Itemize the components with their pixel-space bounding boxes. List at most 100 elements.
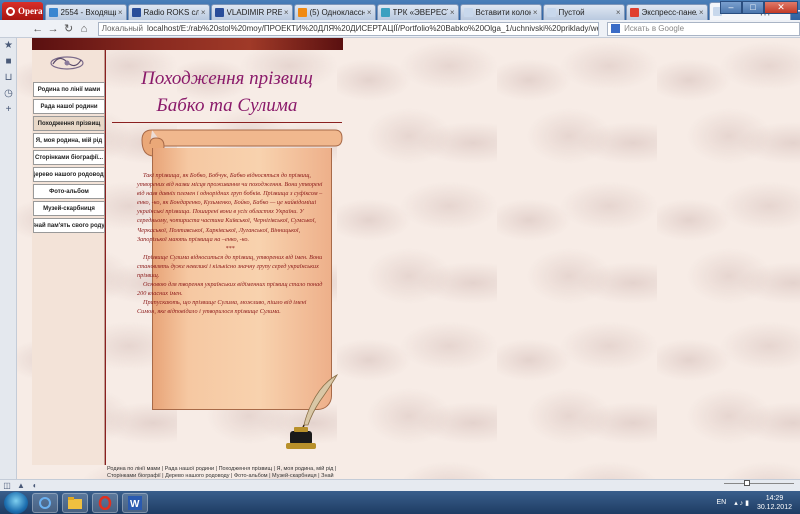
- vertical-divider: [105, 50, 106, 465]
- ornament-logo-icon: [50, 56, 84, 70]
- title-line-1: Походження прізвищ: [141, 68, 313, 89]
- close-tab-icon[interactable]: ×: [616, 8, 621, 17]
- tab-favicon-icon: [131, 8, 141, 17]
- browser-tab[interactable]: (5) Одноклассники×: [293, 4, 376, 20]
- menu-item[interactable]: Родина по лінії мами: [33, 82, 105, 97]
- paragraph-separator: ***: [225, 244, 235, 252]
- clock-time: 14:29: [765, 494, 784, 502]
- header-decor-strip: [32, 38, 343, 50]
- menu-item[interactable]: Дерево нашого родоводу: [33, 167, 105, 182]
- page-title: Походження прізвищ Бабко та Сулима: [127, 65, 327, 119]
- panel-toggle-icon[interactable]: ◫: [0, 481, 14, 490]
- browser-tab[interactable]: Экспресс-панель×: [625, 4, 708, 20]
- browser-tab[interactable]: VLADIMIR PRESNI...×: [210, 4, 293, 20]
- close-tab-icon[interactable]: ×: [533, 8, 538, 17]
- system-tray: EN ▴ ♪ ▮ 14:29 30.12.2012: [716, 491, 800, 514]
- add-panel-icon[interactable]: +: [0, 102, 17, 118]
- opera-side-panel: ★ ■ ⊔ ◷ +: [0, 38, 17, 479]
- close-tab-icon[interactable]: ×: [699, 8, 704, 17]
- opera-menu-button[interactable]: Opera: [2, 2, 43, 20]
- tab-label: VLADIMIR PRESNI...: [226, 8, 282, 17]
- notes-icon[interactable]: ■: [0, 54, 17, 70]
- tab-favicon-icon: [214, 8, 224, 17]
- windows-taskbar: W EN ▴ ♪ ▮ 14:29 30.12.2012: [0, 491, 800, 514]
- reload-icon[interactable]: ↻: [61, 22, 76, 35]
- home-icon[interactable]: ⌂: [76, 23, 91, 35]
- language-indicator[interactable]: EN: [716, 499, 726, 506]
- paragraph-3: Основою для творення українських відімен…: [137, 281, 323, 298]
- tab-favicon-icon: [629, 8, 639, 17]
- speed-dial-icon[interactable]: ▲: [14, 481, 28, 490]
- turbo-icon[interactable]: ◐: [28, 481, 42, 490]
- svg-text:W: W: [130, 499, 140, 510]
- browser-tab-bar: Opera 2554 - Входящие ...×Radio ROKS слу…: [0, 0, 800, 20]
- search-placeholder: Искать в Google: [624, 24, 685, 33]
- paragraph-1: Такі прізвища, як Бобко, Бобчук, Бабко в…: [137, 172, 323, 243]
- menu-item[interactable]: Я, моя родина, мій рід: [33, 133, 105, 148]
- site-menu: Родина по лінії мами Рада нашої родини Пох…: [33, 82, 105, 235]
- close-tab-icon[interactable]: ×: [367, 8, 372, 17]
- bookmarks-star-icon[interactable]: ★: [0, 38, 17, 54]
- menu-item[interactable]: Походження прізвищ: [33, 116, 105, 131]
- taskbar-explorer-icon[interactable]: [62, 492, 88, 513]
- footer-links[interactable]: Родина по лінії мами | Рада нашої родини…: [107, 466, 347, 479]
- address-bar: ← → ↻ ⌂ Локальный localhost/E:/rab%20sto…: [0, 20, 800, 38]
- tab-favicon-icon: [463, 8, 473, 17]
- tab-label: 2554 - Входящие ...: [60, 8, 116, 17]
- browser-tab[interactable]: 2554 - Входящие ...×: [44, 4, 127, 20]
- browser-tab[interactable]: Пустой ×: [542, 4, 625, 20]
- tab-favicon-icon: [380, 8, 390, 17]
- start-button[interactable]: [4, 491, 28, 514]
- browser-status-bar: ◫ ▲ ◐: [0, 479, 800, 491]
- tray-icons[interactable]: ▴ ♪ ▮: [734, 499, 749, 507]
- tab-label: ТРК «ЭВЕРЕСТ» - ...: [392, 8, 448, 17]
- taskbar-opera-icon[interactable]: [92, 492, 118, 513]
- scroll-text: Такі прізвища, як Бобко, Бобчук, Бабко в…: [137, 171, 323, 317]
- clock[interactable]: 14:29 30.12.2012: [757, 494, 792, 512]
- close-tab-icon[interactable]: ×: [450, 8, 455, 17]
- history-clock-icon[interactable]: ◷: [0, 86, 17, 102]
- close-window-button[interactable]: ✕: [764, 1, 798, 14]
- browser-tab[interactable]: Radio ROKS слуха...×: [127, 4, 210, 20]
- paragraph-2: Прізвище Сулима відноситься до прізвищ, …: [137, 253, 323, 280]
- maximize-button[interactable]: □: [742, 1, 764, 14]
- taskbar-ie-icon[interactable]: [32, 492, 58, 513]
- menu-item[interactable]: Музей-скарбниця: [33, 201, 105, 216]
- minimize-button[interactable]: –: [720, 1, 742, 14]
- close-tab-icon[interactable]: ×: [284, 8, 289, 17]
- tab-label: Radio ROKS слуха...: [143, 8, 199, 17]
- title-line-2: Бабко та Сулима: [156, 95, 298, 116]
- tab-label: Пустой: [558, 8, 585, 17]
- tab-label: Вставити колонти...: [475, 8, 531, 17]
- paragraph-4: Припускають, що прізвище Сулима, можливо…: [137, 299, 307, 316]
- opera-logo-icon: [6, 6, 15, 16]
- menu-item[interactable]: Знай пам'ять свого роду!: [33, 218, 105, 233]
- title-underline: [112, 122, 342, 123]
- close-tab-icon[interactable]: ×: [118, 8, 123, 17]
- tab-label: Экспресс-панель: [641, 8, 697, 17]
- browser-tab[interactable]: Вставити колонти...×: [459, 4, 542, 20]
- tab-label: (5) Одноклассники: [309, 8, 365, 17]
- search-field[interactable]: Искать в Google: [607, 21, 800, 36]
- tab-favicon-icon: [48, 8, 58, 17]
- back-arrow-icon[interactable]: ←: [30, 23, 45, 35]
- downloads-icon[interactable]: ⊔: [0, 70, 17, 86]
- zoom-slider-knob[interactable]: [744, 480, 750, 486]
- close-tab-icon[interactable]: ×: [201, 8, 206, 17]
- window-controls: – □ ✕: [720, 1, 798, 14]
- taskbar-word-icon[interactable]: W: [122, 492, 148, 513]
- forward-arrow-icon[interactable]: →: [45, 23, 60, 35]
- opera-label: Opera: [18, 6, 43, 16]
- menu-item[interactable]: Рада нашої родини: [33, 99, 105, 114]
- google-icon: [611, 24, 621, 33]
- url-field[interactable]: Локальный localhost/E:/rab%20stol%20moy/…: [97, 21, 600, 36]
- menu-item[interactable]: Фото-альбом: [33, 184, 105, 199]
- web-page: Родина по лінії мами Рада нашої родини Пох…: [17, 38, 800, 479]
- zoom-slider[interactable]: [724, 480, 794, 487]
- url-text: localhost/E:/rab%20stol%20moy/ПРОЕКТИ%20…: [146, 24, 599, 33]
- browser-tab[interactable]: ТРК «ЭВЕРЕСТ» - ...×: [376, 4, 459, 20]
- tab-favicon-icon: [546, 8, 556, 17]
- security-label: Локальный: [101, 24, 143, 33]
- quill-inkwell-icon: [286, 373, 339, 449]
- menu-item[interactable]: Сторінками біографії...: [33, 150, 105, 165]
